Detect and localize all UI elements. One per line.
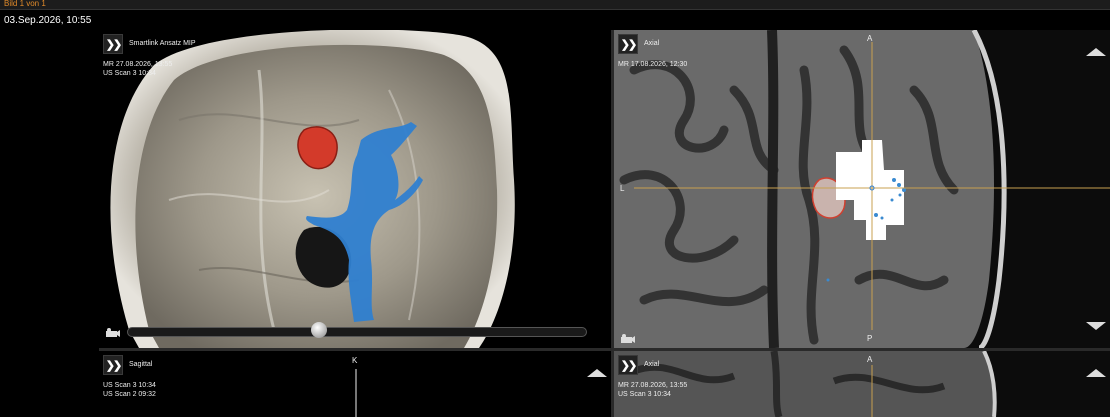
info-line: MR 17.08.2026, 12:30 <box>618 61 688 68</box>
viewport-info: US Scan 3 10:34 US Scan 2 09:32 <box>103 381 156 399</box>
viewport-title: Smartlink Ansatz MIP <box>129 40 196 47</box>
orientation-label-left: L <box>620 184 625 193</box>
info-line: US Scan 3 10:34 <box>103 70 156 77</box>
viewport-info: MR 27.08.2026, 13:55 US Scan 3 10:34 <box>618 381 687 399</box>
window-title: Bild 1 von 1 <box>4 0 46 8</box>
chevrons-right-icon: ❯❯ <box>620 359 638 372</box>
viewport-mip[interactable]: ❯❯ Smartlink Ansatz MIP MR 27.08.2026, 1… <box>99 30 611 348</box>
info-line: US Scan 3 10:34 <box>618 391 671 398</box>
viewport-title: Axial <box>644 361 660 368</box>
viewport-axial-top[interactable]: ❯❯ Axial MR 17.08.2026, 12:30 A P L <box>614 30 1110 348</box>
viewport-info: MR 27.08.2026, 13:55 US Scan 3 10:34 <box>103 60 172 78</box>
slider-thumb[interactable] <box>311 322 327 338</box>
current-datetime: 03.Sep.2026, 10:55 <box>4 15 92 26</box>
viewport-divider <box>611 30 614 417</box>
triangle-down-icon[interactable] <box>1086 322 1106 330</box>
mip-rotation-slider[interactable] <box>127 327 587 337</box>
camera-icon[interactable] <box>105 328 121 338</box>
camera-icon[interactable] <box>620 334 636 344</box>
viewport-axial-bottom[interactable]: ❯❯ Axial MR 27.08.2026, 13:55 US Scan 3 … <box>614 351 1110 417</box>
info-line: US Scan 3 10:34 <box>103 382 156 389</box>
triangle-up-icon[interactable] <box>587 369 607 377</box>
expand-button-sagittal[interactable]: ❯❯ <box>103 355 123 375</box>
expand-button-axial-bottom[interactable]: ❯❯ <box>618 355 638 375</box>
triangle-up-icon[interactable] <box>1086 369 1106 377</box>
orientation-label-top: K <box>352 356 358 365</box>
axial-mr-image <box>614 30 1110 348</box>
info-line: US Scan 2 09:32 <box>103 391 156 398</box>
chevrons-right-icon: ❯❯ <box>105 359 123 372</box>
viewport-info: MR 17.08.2026, 12:30 <box>618 60 687 69</box>
viewport-sagittal[interactable]: ❯❯ Sagittal US Scan 3 10:34 US Scan 2 09… <box>99 351 611 417</box>
expand-button-axial-top[interactable]: ❯❯ <box>618 34 638 54</box>
triangle-up-icon[interactable] <box>1086 48 1106 56</box>
info-line: MR 27.08.2026, 13:55 <box>103 61 173 68</box>
window-title-bar: Bild 1 von 1 <box>0 0 1110 10</box>
orientation-label-top: A <box>867 34 873 43</box>
info-line: MR 27.08.2026, 13:55 <box>618 382 688 389</box>
mip-3d-render <box>110 30 515 348</box>
axial-mr-image <box>614 351 1110 417</box>
orientation-label-bottom: P <box>867 334 873 343</box>
viewport-divider <box>99 348 1110 351</box>
chevrons-right-icon: ❯❯ <box>620 38 638 51</box>
orientation-label-top: A <box>867 355 873 364</box>
chevrons-right-icon: ❯❯ <box>105 38 123 51</box>
expand-button-mip[interactable]: ❯❯ <box>103 34 123 54</box>
viewport-title: Axial <box>644 40 660 47</box>
viewport-title: Sagittal <box>129 361 153 368</box>
